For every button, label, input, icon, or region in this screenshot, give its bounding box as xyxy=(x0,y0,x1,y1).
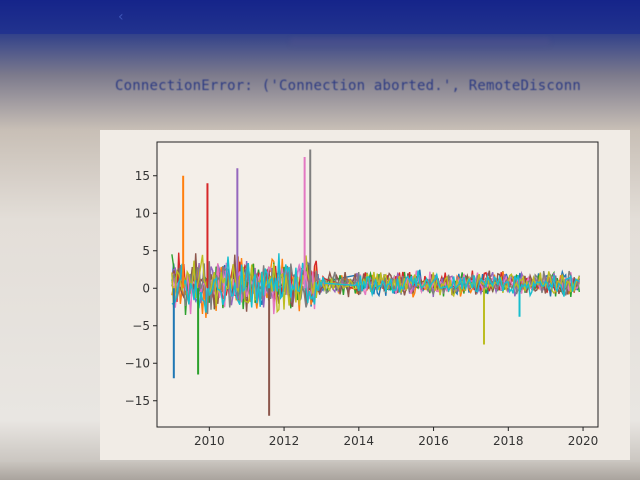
x-tick-label: 2020 xyxy=(568,434,599,448)
window-title-bar: ‹ xyxy=(0,0,640,34)
connection-error-text: ConnectionError: ('Connection aborted.',… xyxy=(115,78,581,94)
y-tick-label: 0 xyxy=(142,281,150,295)
y-tick-label: 5 xyxy=(142,244,150,258)
y-tick-label: −5 xyxy=(132,319,150,333)
y-tick-label: −15 xyxy=(125,394,150,408)
y-tick-label: −10 xyxy=(125,356,150,370)
window-bottom-edge xyxy=(0,462,640,480)
y-tick-label: 10 xyxy=(135,206,150,220)
x-tick-label: 2012 xyxy=(269,434,300,448)
line-chart: 15 10 5 0 −5 −10 −15 2010 2012 2014 2016 2018 2020 xyxy=(125,141,599,448)
back-arrow-icon[interactable]: ‹ xyxy=(118,9,124,25)
x-tick-label: 2016 xyxy=(418,434,449,448)
y-tick-label: 15 xyxy=(135,169,150,183)
x-tick-label: 2018 xyxy=(493,434,524,448)
blurred-output-line xyxy=(290,38,550,46)
plot-figure: 15 10 5 0 −5 −10 −15 2010 2012 2014 2016 2018 2020 xyxy=(100,130,630,460)
x-tick-label: 2014 xyxy=(344,434,375,448)
x-tick-label: 2010 xyxy=(194,434,225,448)
